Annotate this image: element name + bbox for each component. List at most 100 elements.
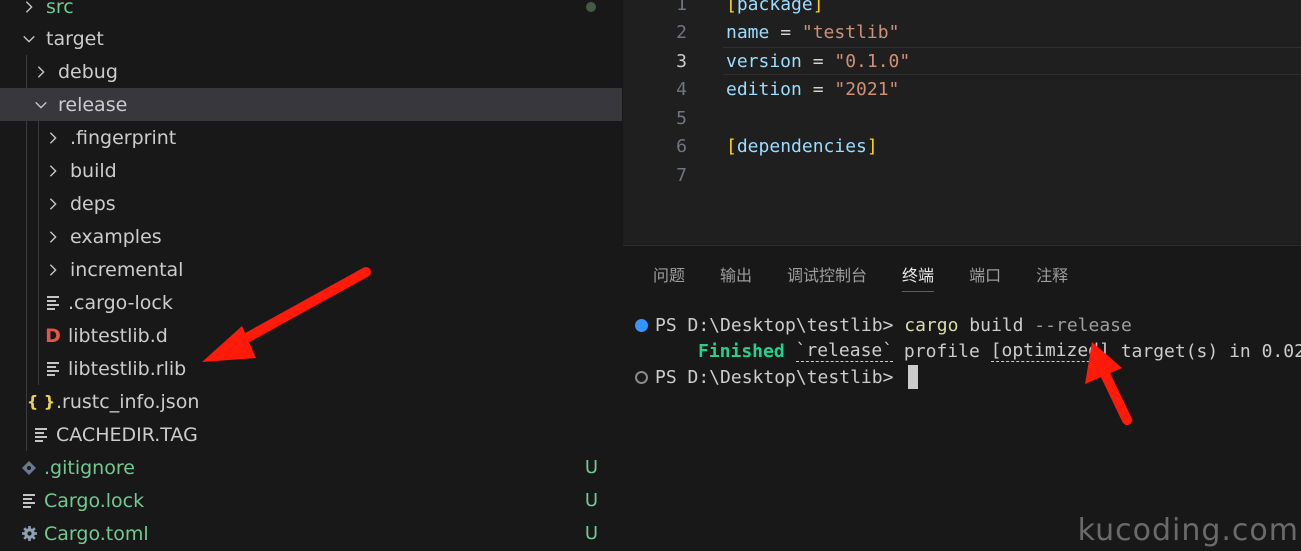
lines-icon — [44, 294, 62, 312]
lines-icon — [32, 426, 50, 444]
code-token: "0.1.0" — [834, 50, 911, 72]
line-number: 5 — [676, 107, 687, 129]
code-token: = — [769, 22, 802, 43]
braces-icon: { } — [26, 392, 56, 411]
terminal-cursor — [908, 365, 919, 389]
code-editor[interactable]: 1 [package] 2 name = "testlib" 3 version = "0… — [623, 0, 1301, 245]
lines-icon — [44, 360, 62, 378]
git-untracked-badge: U — [584, 523, 598, 544]
output-release-link[interactable]: `release` — [795, 340, 894, 362]
line-number: 6 — [676, 136, 687, 157]
terminal-line: Finished `release` profile [optimized] t… — [698, 338, 1301, 364]
code-text: version = "0.1.0" — [726, 51, 910, 72]
code-line[interactable]: 3 version = "0.1.0" — [623, 47, 1301, 75]
tree-item-label: .fingerprint — [70, 126, 177, 149]
modified-dot-icon — [586, 2, 596, 12]
bottom-panel: 问题 输出 调试控制台 终端 端口 注释 PS D:\Desktop\testlib> c… — [623, 245, 1301, 551]
chevron-down-icon[interactable] — [32, 98, 50, 112]
code-text: name = "testlib" — [726, 22, 899, 43]
tree-item-fingerprint[interactable]: .fingerprint — [0, 121, 622, 154]
tree-item-deps[interactable]: deps — [0, 187, 622, 220]
command-arg: build — [958, 314, 1024, 336]
tab-output[interactable]: 输出 — [720, 262, 752, 292]
tree-item-label: src — [46, 0, 74, 18]
chevron-right-icon[interactable] — [32, 65, 50, 79]
tab-ports[interactable]: 端口 — [969, 262, 1001, 292]
output-text: profile — [893, 340, 991, 362]
chevron-right-icon[interactable] — [44, 230, 62, 244]
tree-item-debug[interactable]: debug — [0, 55, 622, 88]
chevron-right-icon[interactable] — [44, 131, 62, 145]
tab-problems[interactable]: 问题 — [653, 262, 685, 292]
tree-item-build[interactable]: build — [0, 154, 622, 187]
tree-item-incremental[interactable]: incremental — [0, 253, 622, 286]
code-line[interactable]: 2 name = "testlib" — [623, 19, 1301, 47]
tree-item-examples[interactable]: examples — [0, 220, 622, 253]
code-token: package — [736, 0, 813, 15]
code-token: ] — [812, 0, 824, 15]
tree-item-cachedir-tag[interactable]: CACHEDIR.TAG — [0, 418, 622, 451]
tab-terminal[interactable]: 终端 — [902, 262, 935, 292]
git-untracked-badge: U — [584, 490, 598, 511]
tree-item-gitignore[interactable]: .gitignore U — [0, 451, 622, 484]
terminal-line: PS D:\Desktop\testlib> cargo build --rel… — [623, 312, 1132, 338]
code-line[interactable]: 1 [package] — [623, 0, 1301, 18]
tree-item-src[interactable]: src — [0, 0, 622, 23]
code-token: "2021" — [834, 79, 900, 100]
command-flag: --release — [1023, 314, 1132, 336]
tree-item-label: deps — [70, 192, 116, 215]
code-token: [ — [726, 136, 737, 157]
tree-item-rustc-info-json[interactable]: { } .rustc_info.json — [0, 385, 622, 418]
command-success-dot-icon[interactable] — [635, 318, 648, 332]
tree-item-label: Cargo.lock — [44, 489, 145, 512]
tree-item-label: target — [46, 27, 104, 50]
tree-item-target[interactable]: target — [0, 22, 622, 55]
tree-item-label: debug — [58, 60, 118, 83]
terminal-prompt: PS D:\Desktop\testlib> — [655, 366, 905, 388]
tree-item-cargo-toml[interactable]: Cargo.toml U — [0, 517, 622, 550]
code-token: version — [726, 50, 802, 72]
code-token: name — [726, 22, 770, 43]
chevron-right-icon[interactable] — [44, 263, 62, 277]
code-text: [package] — [726, 0, 824, 15]
tree-item-label: release — [58, 93, 128, 116]
tab-debug-console[interactable]: 调试控制台 — [787, 262, 867, 292]
code-token: = — [801, 50, 835, 72]
command-pending-circle-icon[interactable] — [635, 370, 648, 384]
code-line[interactable]: 4 edition = "2021" — [623, 76, 1301, 104]
code-token: [ — [726, 0, 737, 15]
code-line[interactable]: 5 — [623, 104, 1301, 132]
tree-item-cargo-lock[interactable]: .cargo-lock — [0, 286, 622, 319]
line-number: 1 — [676, 0, 687, 15]
tree-item-label: .gitignore — [44, 456, 135, 479]
tree-item-label: libtestlib.d — [68, 324, 168, 347]
code-line[interactable]: 6 [dependencies] — [623, 133, 1301, 161]
tree-item-label: .rustc_info.json — [56, 390, 200, 413]
terminal[interactable]: PS D:\Desktop\testlib> cargo build --rel… — [623, 312, 1301, 542]
chevron-right-icon[interactable] — [44, 197, 62, 211]
chevron-right-icon[interactable] — [44, 164, 62, 178]
tree-item-cargo-lock[interactable]: Cargo.lock U — [0, 484, 622, 517]
git-icon — [20, 460, 38, 476]
finished-label: Finished — [698, 340, 785, 362]
tree-item-label: CACHEDIR.TAG — [56, 423, 198, 446]
tree-item-release[interactable]: release — [0, 88, 622, 121]
tab-comments[interactable]: 注释 — [1036, 262, 1068, 292]
terminal-prompt: PS D:\Desktop\testlib> — [655, 314, 905, 336]
code-token: dependencies — [736, 136, 867, 157]
line-number: 7 — [676, 164, 687, 186]
tree-item-libtestlib-rlib[interactable]: libtestlib.rlib — [0, 352, 622, 385]
tree-item-libtestlib-d[interactable]: Dlibtestlib.d — [0, 319, 622, 352]
lines-icon — [20, 492, 38, 510]
git-untracked-badge: U — [584, 457, 598, 478]
code-line[interactable]: 7 — [623, 161, 1301, 189]
gear-icon — [20, 525, 38, 542]
chevron-right-icon[interactable] — [20, 0, 38, 14]
output-optimized-link[interactable]: [optimized] — [990, 340, 1110, 362]
command-word: cargo — [904, 314, 959, 336]
chevron-down-icon[interactable] — [20, 32, 38, 46]
watermark: kucoding.com — [1077, 513, 1299, 548]
terminal-line: PS D:\Desktop\testlib> — [623, 364, 919, 390]
d-icon: D — [45, 324, 61, 347]
